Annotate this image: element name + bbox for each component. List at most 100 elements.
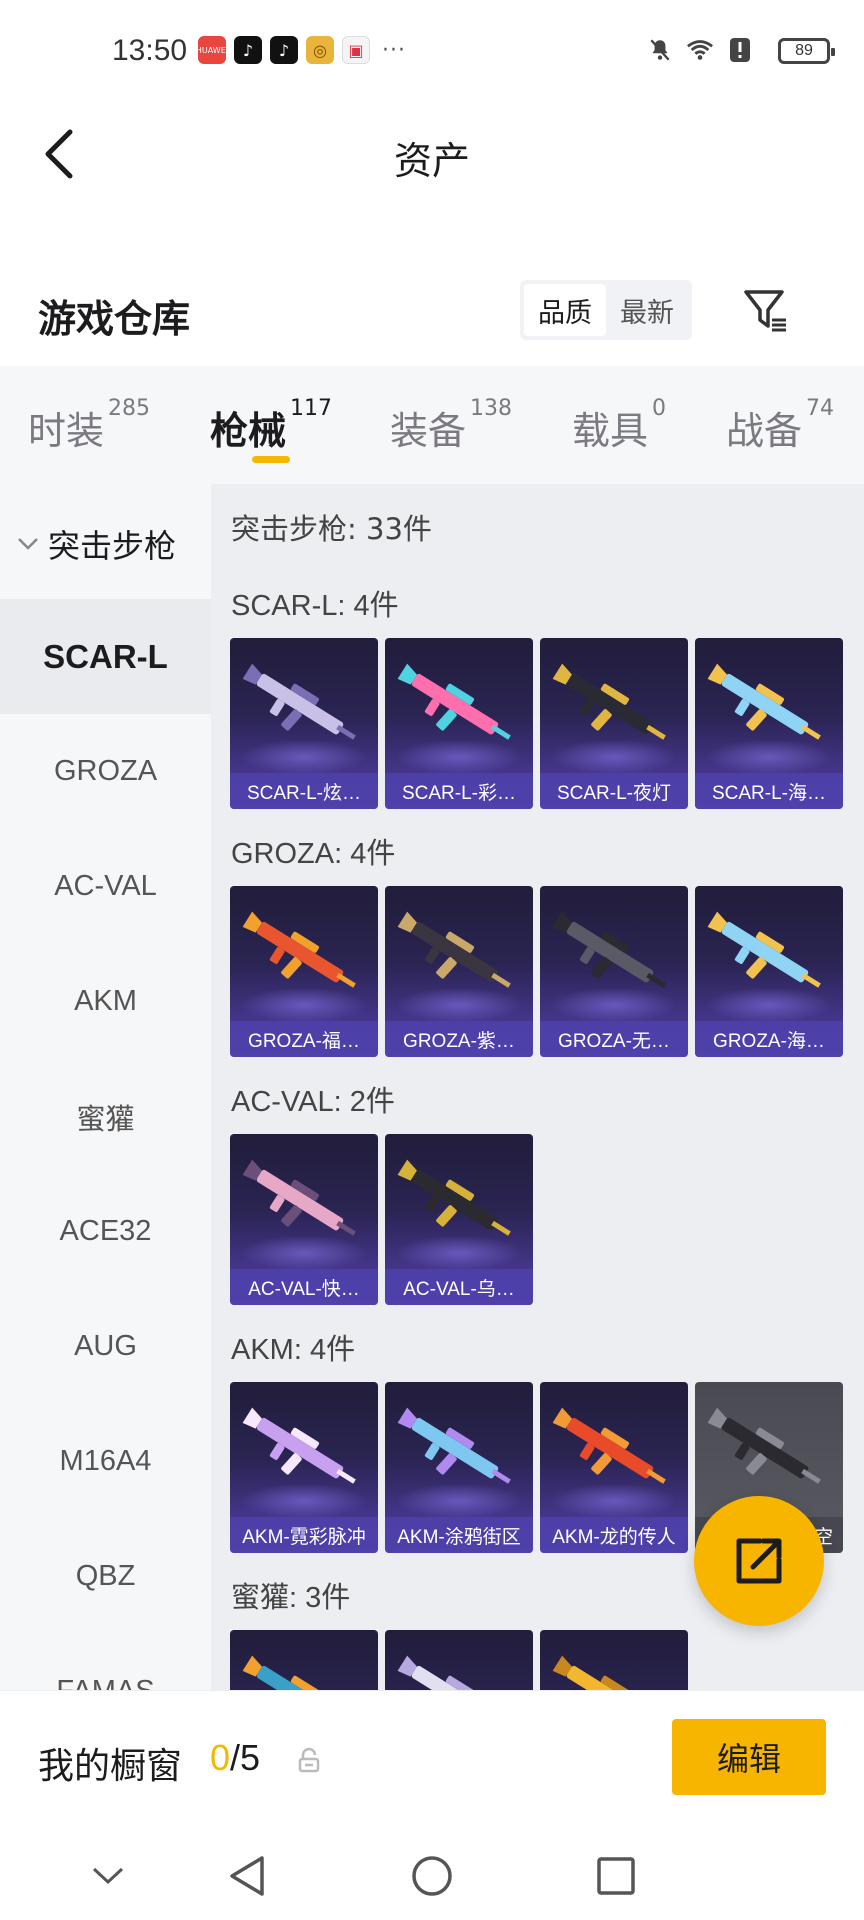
sidebar-group-label: 突击步枪 <box>48 527 177 565</box>
weapon-tile[interactable]: GROZA-无… <box>540 886 688 1057</box>
sort-newest-option[interactable]: 最新 <box>606 284 688 336</box>
collapse-nav-button[interactable] <box>80 1848 136 1904</box>
tab-label: 枪械 <box>210 409 287 453</box>
weapon-tile[interactable]: GROZA-紫… <box>385 886 533 1057</box>
status-time: 13:50 <box>112 34 188 67</box>
box-app-icon: ▣ <box>342 36 370 64</box>
circle-home-icon <box>412 1856 452 1896</box>
huawei-app-icon: HUAWEI <box>196 36 228 64</box>
more-notifications-icon: ··· <box>382 37 406 63</box>
share-icon <box>736 1538 782 1584</box>
tab-count: 0 <box>652 396 667 421</box>
sort-toggle: 品质 最新 <box>520 280 692 340</box>
tile-row-scar-l: SCAR-L-炫… SCAR-L-彩… SCAR-L-夜灯 SCAR-L-海… <box>230 638 843 809</box>
sidebar-item-qbz[interactable]: QBZ <box>0 1519 211 1634</box>
weapon-tile[interactable] <box>230 1630 378 1690</box>
showcase-count: 0/5 <box>210 1737 260 1779</box>
weapon-tile[interactable]: AKM-龙的传人 <box>540 1382 688 1553</box>
group-label: AKM: 4件 <box>231 1334 356 1366</box>
tab-firearms[interactable]: 枪械117 <box>210 396 332 455</box>
share-button[interactable] <box>694 1496 824 1626</box>
weapon-tile[interactable]: GROZA-海… <box>695 886 843 1057</box>
tab-label: 战备 <box>726 409 803 453</box>
sidebar-item-aug[interactable]: AUG <box>0 1289 211 1404</box>
weapon-tile[interactable]: SCAR-L-彩… <box>385 638 533 809</box>
mute-icon <box>646 36 674 64</box>
group-label: 蜜獾: 3件 <box>231 1582 351 1614</box>
tab-vehicles[interactable]: 载具0 <box>572 396 666 455</box>
sidebar-item-groza[interactable]: GROZA <box>0 714 211 829</box>
tile-row-honey-badger <box>230 1630 688 1690</box>
sidebar-group-assault-rifles[interactable]: 突击步枪 <box>0 514 211 574</box>
tile-caption: GROZA-无… <box>540 1021 688 1057</box>
notification-icons: HUAWEI ♪ ♪ ◎ ▣ ··· <box>196 36 406 64</box>
tiktok-icon: ♪ <box>270 36 298 64</box>
recents-nav-button[interactable] <box>588 1848 644 1904</box>
category-total: 突击步枪: 33件 <box>231 512 432 546</box>
page-title: 资产 <box>393 139 470 183</box>
showcase-label: 我的橱窗 <box>38 1746 183 1787</box>
home-nav-button[interactable] <box>404 1848 460 1904</box>
weapon-tile[interactable]: AC-VAL-快… <box>230 1134 378 1305</box>
weapon-tile[interactable]: SCAR-L-炫… <box>230 638 378 809</box>
group-label: AC-VAL: 2件 <box>231 1086 395 1118</box>
edit-showcase-button[interactable]: 编辑 <box>672 1719 826 1795</box>
sidebar-item-scar-l[interactable]: SCAR-L <box>0 599 211 714</box>
showcase-bar: 我的橱窗 0/5 编辑 <box>0 1690 864 1830</box>
rifle-icon <box>707 1407 821 1484</box>
tab-fashion[interactable]: 时装285 <box>28 396 150 455</box>
weapon-tile[interactable]: SCAR-L-夜灯 <box>540 638 688 809</box>
sidebar-item-ace32[interactable]: ACE32 <box>0 1174 211 1289</box>
tile-caption: GROZA-海… <box>695 1021 843 1057</box>
wifi-icon <box>686 36 714 64</box>
tile-caption: AKM-龙的传人 <box>540 1517 688 1553</box>
back-nav-button[interactable] <box>218 1848 274 1904</box>
weapon-tile[interactable] <box>385 1630 533 1690</box>
tile-caption: GROZA-紫… <box>385 1021 533 1057</box>
weapon-tile[interactable]: AKM-霓彩脉冲 <box>230 1382 378 1553</box>
tiktok-icon: ♪ <box>234 36 262 64</box>
sidebar-item-akm[interactable]: AKM <box>0 944 211 1059</box>
sidebar-item-ac-val[interactable]: AC-VAL <box>0 829 211 944</box>
tile-caption: AKM-霓彩脉冲 <box>230 1517 378 1553</box>
weapon-tile[interactable]: SCAR-L-海… <box>695 638 843 809</box>
tab-label: 载具 <box>572 409 649 453</box>
weapon-tile[interactable]: AC-VAL-乌… <box>385 1134 533 1305</box>
showcase-total: /5 <box>230 1737 261 1778</box>
tab-count: 74 <box>806 396 835 421</box>
sidebar-item-honey-badger[interactable]: 蜜獾 <box>0 1059 211 1174</box>
sort-quality-option[interactable]: 品质 <box>524 284 606 336</box>
weapon-tile[interactable] <box>540 1630 688 1690</box>
group-label: SCAR-L: 4件 <box>231 590 399 622</box>
tile-caption: AC-VAL-快… <box>230 1269 378 1305</box>
tab-label: 装备 <box>390 409 467 453</box>
system-icons <box>646 36 754 64</box>
weapon-tile[interactable]: AKM-涂鸦街区 <box>385 1382 533 1553</box>
header: 资产 <box>0 104 864 204</box>
active-tab-indicator <box>252 456 290 463</box>
lock-icon <box>298 1747 320 1773</box>
tab-equipment[interactable]: 装备138 <box>390 396 512 455</box>
sidebar-item-famas[interactable]: FAMAS <box>0 1634 211 1690</box>
tile-caption: AC-VAL-乌… <box>385 1269 533 1305</box>
tab-count: 138 <box>470 396 513 421</box>
tab-count: 285 <box>108 396 151 421</box>
category-tabs: 时装285 枪械117 装备138 载具0 战备74 <box>0 366 864 484</box>
tile-row-ac-val: AC-VAL-快… AC-VAL-乌… <box>230 1134 533 1305</box>
chevron-down-icon <box>16 532 40 556</box>
weapon-sidebar: 突击步枪 SCAR-L GROZA AC-VAL AKM 蜜獾 ACE32 AU… <box>0 484 211 1690</box>
weapon-tile[interactable]: GROZA-福… <box>230 886 378 1057</box>
sidebar-item-m16a4[interactable]: M16A4 <box>0 1404 211 1519</box>
group-label: GROZA: 4件 <box>231 838 396 870</box>
alert-icon <box>726 36 754 64</box>
status-bar: 13:50 HUAWEI ♪ ♪ ◎ ▣ ··· 89 <box>0 0 864 104</box>
filter-icon <box>744 290 786 332</box>
tab-label: 时装 <box>28 409 105 453</box>
chevron-down-icon <box>92 1867 124 1885</box>
tab-count: 117 <box>290 396 333 421</box>
rifle-icon <box>552 1655 654 1690</box>
tab-supplies[interactable]: 战备74 <box>726 396 834 455</box>
rifle-icon <box>242 1655 344 1690</box>
filter-button[interactable] <box>736 280 796 340</box>
system-nav-bar <box>0 1830 864 1920</box>
